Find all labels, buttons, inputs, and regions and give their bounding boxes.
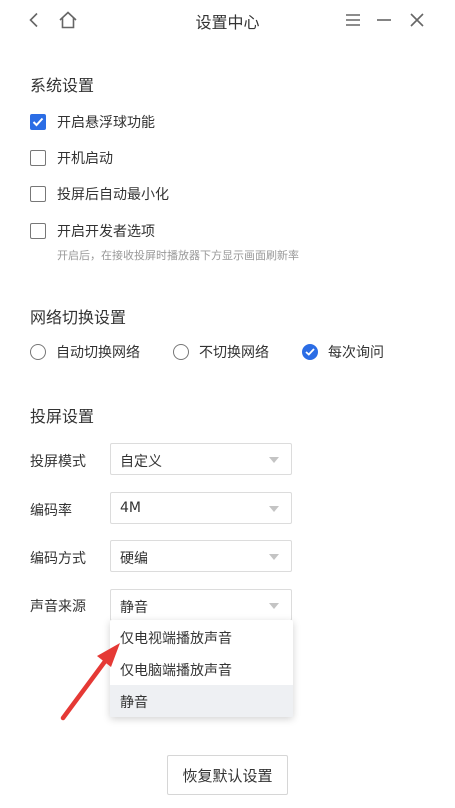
projection-settings-title: 投屏设置 — [30, 407, 95, 426]
encoding-method-label: 编码方式 — [30, 551, 86, 567]
sound-option-pc[interactable]: 仅电脑端播放声音 — [110, 653, 293, 685]
floating-ball-label: 开启悬浮球功能 — [57, 115, 155, 131]
sound-source-select[interactable]: 静音 — [110, 589, 292, 621]
reset-defaults-button[interactable]: 恢复默认设置 — [167, 755, 288, 795]
projection-mode-value: 自定义 — [120, 454, 162, 470]
bitrate-label: 编码率 — [30, 503, 72, 519]
close-icon — [410, 13, 424, 27]
sound-source-label: 声音来源 — [30, 599, 86, 615]
projection-mode-label: 投屏模式 — [30, 454, 86, 470]
developer-options-label: 开启开发者选项 — [57, 224, 155, 240]
menu-button[interactable] — [339, 6, 367, 34]
sound-option-tv-label: 仅电视端播放声音 — [120, 631, 232, 647]
menu-icon — [346, 14, 360, 26]
sound-option-tv[interactable]: 仅电视端播放声音 — [110, 621, 293, 653]
projection-mode-select[interactable]: 自定义 — [110, 443, 292, 475]
ask-every-time-label: 每次询问 — [328, 345, 384, 361]
sound-source-dropdown: 仅电视端播放声音 仅电脑端播放声音 静音 — [110, 620, 293, 717]
back-button[interactable] — [20, 6, 48, 34]
caret-down-icon — [269, 457, 279, 463]
radio-unchecked-icon — [30, 344, 46, 360]
floating-ball-checkbox[interactable]: 开启悬浮球功能 — [30, 112, 155, 132]
close-button[interactable] — [403, 6, 431, 34]
sound-option-pc-label: 仅电脑端播放声音 — [120, 663, 232, 679]
home-icon — [59, 11, 77, 29]
developer-options-hint: 开启后，在接收投屏时播放器下方显示画面刷新率 — [57, 249, 299, 262]
encoding-method-value: 硬编 — [120, 551, 148, 567]
auto-switch-label: 自动切换网络 — [56, 345, 140, 361]
caret-down-icon — [269, 554, 279, 560]
checkbox-unchecked-icon — [30, 223, 46, 239]
radio-ask-every-time[interactable]: 每次询问 — [302, 342, 384, 362]
auto-start-label: 开机启动 — [57, 151, 113, 167]
checkbox-unchecked-icon — [30, 186, 46, 202]
radio-checked-icon — [302, 344, 318, 360]
sound-option-mute[interactable]: 静音 — [110, 685, 293, 717]
minimize-button[interactable] — [370, 6, 398, 34]
radio-no-switch[interactable]: 不切换网络 — [173, 342, 269, 362]
no-switch-label: 不切换网络 — [199, 345, 269, 361]
minimize-icon — [377, 19, 391, 21]
developer-options-checkbox[interactable]: 开启开发者选项 — [30, 221, 155, 241]
auto-minimize-label: 投屏后自动最小化 — [57, 187, 169, 203]
checkbox-unchecked-icon — [30, 150, 46, 166]
bitrate-select[interactable]: 4M — [110, 492, 292, 524]
chevron-left-icon — [29, 12, 38, 28]
network-settings-title: 网络切换设置 — [30, 308, 127, 327]
system-settings-title: 系统设置 — [30, 76, 95, 95]
checkbox-checked-icon — [30, 114, 46, 130]
auto-minimize-checkbox[interactable]: 投屏后自动最小化 — [30, 184, 169, 204]
caret-down-icon — [269, 506, 279, 512]
radio-unchecked-icon — [173, 344, 189, 360]
caret-down-icon — [269, 603, 279, 609]
home-button[interactable] — [54, 6, 82, 34]
bitrate-value: 4M — [120, 500, 141, 516]
encoding-method-select[interactable]: 硬编 — [110, 540, 292, 572]
auto-start-checkbox[interactable]: 开机启动 — [30, 148, 113, 168]
title-bar: 设置中心 — [0, 0, 455, 40]
radio-auto-switch[interactable]: 自动切换网络 — [30, 342, 140, 362]
sound-source-value: 静音 — [120, 600, 148, 616]
sound-option-mute-label: 静音 — [120, 695, 148, 711]
